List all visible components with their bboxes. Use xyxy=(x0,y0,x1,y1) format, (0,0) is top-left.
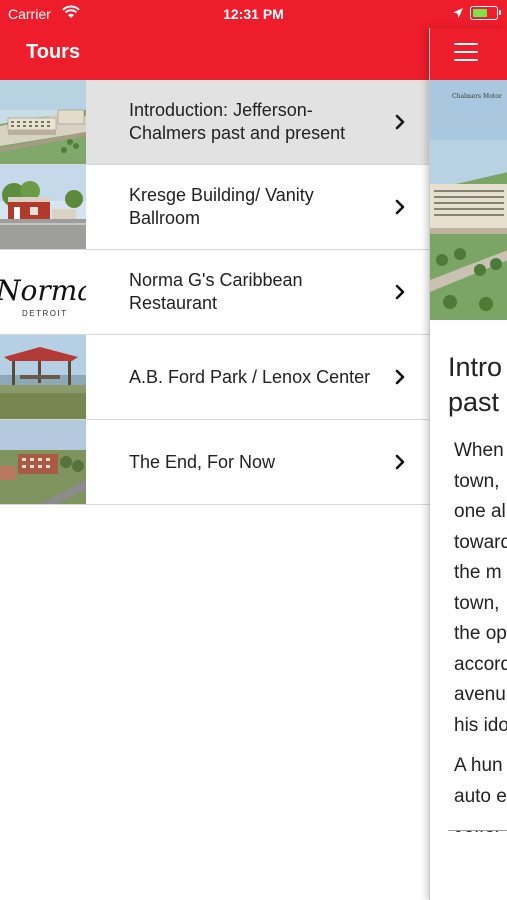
chevron-right-icon xyxy=(395,199,405,215)
chevron-right-icon xyxy=(395,114,405,130)
status-time: 12:31 PM xyxy=(223,6,284,22)
detail-paragraph: When town, one al toward the m town, the… xyxy=(454,440,507,736)
chevron-right-icon xyxy=(395,369,405,385)
detail-pane[interactable]: Chalmers Motor Intro past When town, one… xyxy=(429,28,507,900)
detail-body: When town, one al toward the m town, the… xyxy=(454,436,507,853)
status-bar: Carrier 12:31 PM xyxy=(0,0,507,28)
detail-title: Intro past xyxy=(448,352,503,417)
chevron-right-icon xyxy=(395,284,405,300)
svg-text:Norma G: Norma G xyxy=(0,274,86,307)
tour-thumbnail-the-end xyxy=(0,420,86,504)
tour-title: The End, For Now xyxy=(129,451,276,472)
norma-g-logo: Norma G DETROIT xyxy=(0,250,86,334)
detail-header xyxy=(430,28,507,80)
tour-title: Kresge Building/ Vanity Ballroom xyxy=(129,185,314,228)
svg-text:Chalmers Motor: Chalmers Motor xyxy=(452,93,502,100)
tour-row-ab-ford-park[interactable]: A.B. Ford Park / Lenox Center xyxy=(0,335,429,420)
location-arrow-icon xyxy=(453,8,463,18)
tour-thumbnail-norma-gs: Norma G DETROIT xyxy=(0,250,86,334)
tour-title: Norma G's Caribbean Restaurant xyxy=(129,270,303,313)
hamburger-menu-icon[interactable] xyxy=(454,43,478,63)
detail-image: Chalmers Motor xyxy=(430,80,507,320)
tour-thumbnail-ab-ford-park xyxy=(0,335,86,419)
chevron-right-icon xyxy=(395,454,405,470)
tour-row-kresge-building[interactable]: Kresge Building/ Vanity Ballroom xyxy=(0,165,429,250)
tour-row-introduction[interactable]: Introduction: Jefferson-Chalmers past an… xyxy=(0,80,429,165)
svg-text:DETROIT: DETROIT xyxy=(22,309,68,318)
tour-row-the-end[interactable]: The End, For Now xyxy=(0,420,429,505)
tour-title: Introduction: Jefferson-Chalmers past an… xyxy=(129,100,346,143)
tour-list: Introduction: Jefferson-Chalmers past an… xyxy=(0,80,429,505)
tour-title: A.B. Ford Park / Lenox Center xyxy=(129,366,371,387)
page-title: Tours xyxy=(26,41,81,63)
nav-header: Tours xyxy=(0,28,429,80)
detail-text-fade xyxy=(430,816,507,830)
tour-row-norma-gs[interactable]: Norma G DETROIT Norma G's Caribbean Rest… xyxy=(0,250,429,335)
tour-thumbnail-kresge-building xyxy=(0,165,86,249)
battery-icon xyxy=(470,6,501,20)
detail-divider xyxy=(448,830,507,831)
tour-thumbnail-introduction xyxy=(0,80,86,164)
